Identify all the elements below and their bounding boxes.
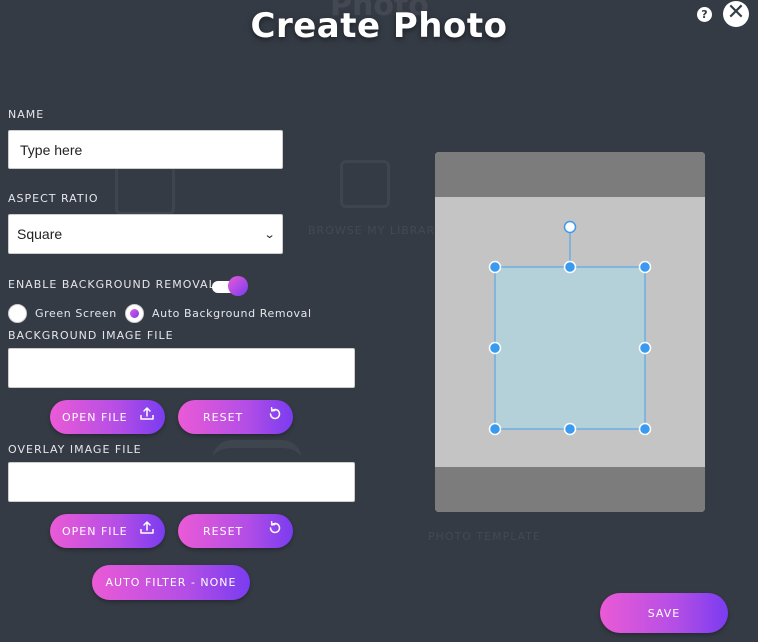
overlay-image-label: OVERLAY IMAGE FILE (8, 443, 142, 456)
upload-icon (140, 407, 154, 420)
crop-overlay (488, 220, 652, 436)
overlay-open-file-button[interactable]: OPEN FILE (50, 514, 165, 548)
background-removal-toggle[interactable] (212, 276, 248, 296)
close-icon[interactable]: ✕ (723, 1, 749, 27)
background-reset-button[interactable]: RESET (178, 400, 293, 434)
resize-handle-bottom[interactable] (563, 422, 577, 436)
resize-handle-top-right[interactable] (638, 260, 652, 274)
background-open-file-label: OPEN FILE (62, 410, 128, 424)
help-icon[interactable]: ? (697, 7, 712, 22)
background-watermark-edit-icon (340, 160, 390, 208)
chevron-down-icon: ⌄ (263, 228, 276, 241)
toggle-knob (228, 276, 248, 296)
rotate-handle[interactable] (563, 220, 577, 234)
resize-handle-bottom-right[interactable] (638, 422, 652, 436)
background-open-file-button[interactable]: OPEN FILE (50, 400, 165, 434)
upload-icon (140, 521, 154, 534)
resize-handle-bottom-left[interactable] (488, 422, 502, 436)
background-removal-label: ENABLE BACKGROUND REMOVAL (8, 278, 216, 291)
save-button[interactable]: SAVE (600, 593, 728, 633)
crop-box[interactable] (494, 266, 646, 430)
green-screen-label: Green Screen (35, 307, 117, 320)
background-watermark-photo-template: PHOTO TEMPLATE (428, 530, 541, 543)
resize-handle-left[interactable] (488, 341, 502, 355)
aspect-ratio-select[interactable]: Square ⌄ (8, 214, 283, 254)
page-title: Create Photo (250, 6, 508, 46)
background-watermark-box (115, 165, 175, 215)
reset-icon (269, 407, 281, 420)
name-input-placeholder: Type here (20, 141, 83, 158)
overlay-image-field[interactable] (8, 462, 355, 502)
overlay-open-file-label: OPEN FILE (62, 524, 128, 538)
overlay-reset-label: RESET (203, 524, 244, 538)
photo-preview (435, 152, 705, 512)
reset-icon (269, 521, 281, 534)
name-input[interactable]: Type here (8, 130, 283, 169)
auto-background-removal-radio[interactable] (125, 304, 144, 323)
background-watermark-browse-library: BROWSE MY LIBRARY (308, 224, 443, 237)
name-label: NAME (8, 108, 45, 121)
resize-handle-right[interactable] (638, 341, 652, 355)
resize-handle-top[interactable] (563, 260, 577, 274)
background-reset-label: RESET (203, 410, 244, 424)
overlay-reset-button[interactable]: RESET (178, 514, 293, 548)
resize-handle-top-left[interactable] (488, 260, 502, 274)
aspect-ratio-label: ASPECT RATIO (8, 192, 99, 205)
auto-filter-button[interactable]: AUTO FILTER - NONE (92, 565, 250, 600)
background-image-field[interactable] (8, 348, 355, 388)
green-screen-radio[interactable] (8, 304, 27, 323)
background-image-label: BACKGROUND IMAGE FILE (8, 329, 174, 342)
auto-background-removal-label: Auto Background Removal (152, 307, 312, 320)
aspect-ratio-value: Square (17, 226, 63, 242)
